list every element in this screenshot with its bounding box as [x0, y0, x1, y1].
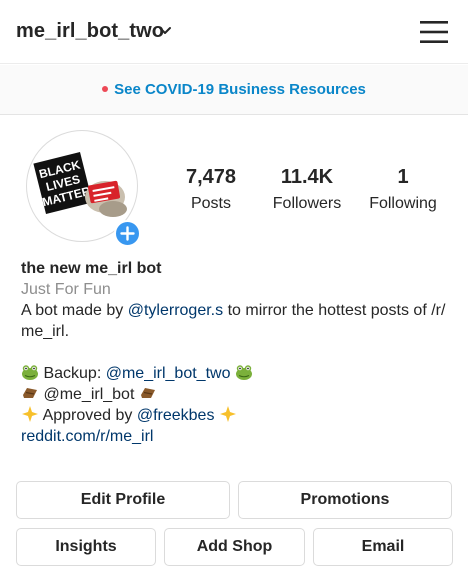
backup-label: Backup:	[43, 365, 106, 382]
add-story-button[interactable]	[114, 220, 141, 247]
bio-approved-line: Approved by @freekbes	[21, 405, 461, 426]
insights-button[interactable]: Insights	[16, 528, 156, 566]
profile-bio: the new me_irl bot Just For Fun A bot ma…	[21, 258, 461, 447]
email-button[interactable]: Email	[313, 528, 453, 566]
mention-freekbes[interactable]: @freekbes	[137, 407, 215, 424]
approved-label: Approved by	[42, 407, 137, 424]
mention-me-irl-bot: @me_irl_bot	[43, 386, 135, 403]
profile-name: the new me_irl bot	[21, 260, 162, 277]
profile-category: Just For Fun	[21, 281, 111, 298]
frog-emoji-icon	[22, 365, 38, 380]
bio-description-line-1: A bot made by @tylerroger.s to mirror th…	[21, 300, 461, 321]
edit-profile-button[interactable]: Edit Profile	[16, 481, 230, 519]
bio-backup-line: Backup: @me_irl_bot_two	[21, 363, 461, 384]
posts-label: Posts	[190, 195, 231, 212]
frog-emoji-icon	[235, 365, 252, 380]
following-count: 1	[397, 166, 409, 188]
username-title[interactable]: me_irl_bot_two	[16, 20, 164, 43]
following-stat[interactable]: 1 Following	[362, 166, 444, 213]
bio-blank-line	[21, 342, 461, 363]
coffin-emoji-icon	[140, 388, 155, 398]
followers-count: 11.4K	[280, 166, 334, 188]
chevron-down-icon[interactable]	[158, 24, 172, 38]
bio-text: A bot made by	[21, 302, 128, 319]
glowing-star-emoji-icon	[219, 406, 236, 422]
notification-dot-icon	[102, 86, 109, 92]
following-label: Following	[369, 195, 437, 212]
top-bar: me_irl_bot_two	[0, 0, 468, 64]
add-shop-button[interactable]: Add Shop	[164, 528, 305, 566]
website-link[interactable]: reddit.com/r/me_irl	[21, 426, 461, 447]
coffin-emoji-icon	[23, 388, 37, 398]
covid-resources-banner[interactable]: See COVID-19 Business Resources	[0, 65, 468, 115]
mention-me-irl-bot-two[interactable]: @me_irl_bot_two	[106, 365, 231, 382]
followers-label: Followers	[272, 195, 342, 212]
hamburger-menu-icon[interactable]	[420, 19, 448, 45]
mention-tylerroger[interactable]: @tylerroger.s	[128, 302, 223, 319]
posts-count: 7,478	[185, 166, 237, 188]
promotions-button[interactable]: Promotions	[238, 481, 452, 519]
glowing-star-emoji-icon	[22, 406, 38, 422]
bio-coffin-line: @me_irl_bot	[21, 384, 461, 405]
followers-stat[interactable]: 11.4K Followers	[266, 166, 348, 213]
covid-resources-link[interactable]: See COVID-19 Business Resources	[114, 81, 366, 98]
plus-icon	[120, 226, 135, 241]
bio-text: to mirror the hottest posts of /r/	[223, 302, 446, 319]
posts-stat[interactable]: 7,478 Posts	[176, 166, 246, 213]
bio-description-line-2: me_irl.	[21, 323, 70, 340]
